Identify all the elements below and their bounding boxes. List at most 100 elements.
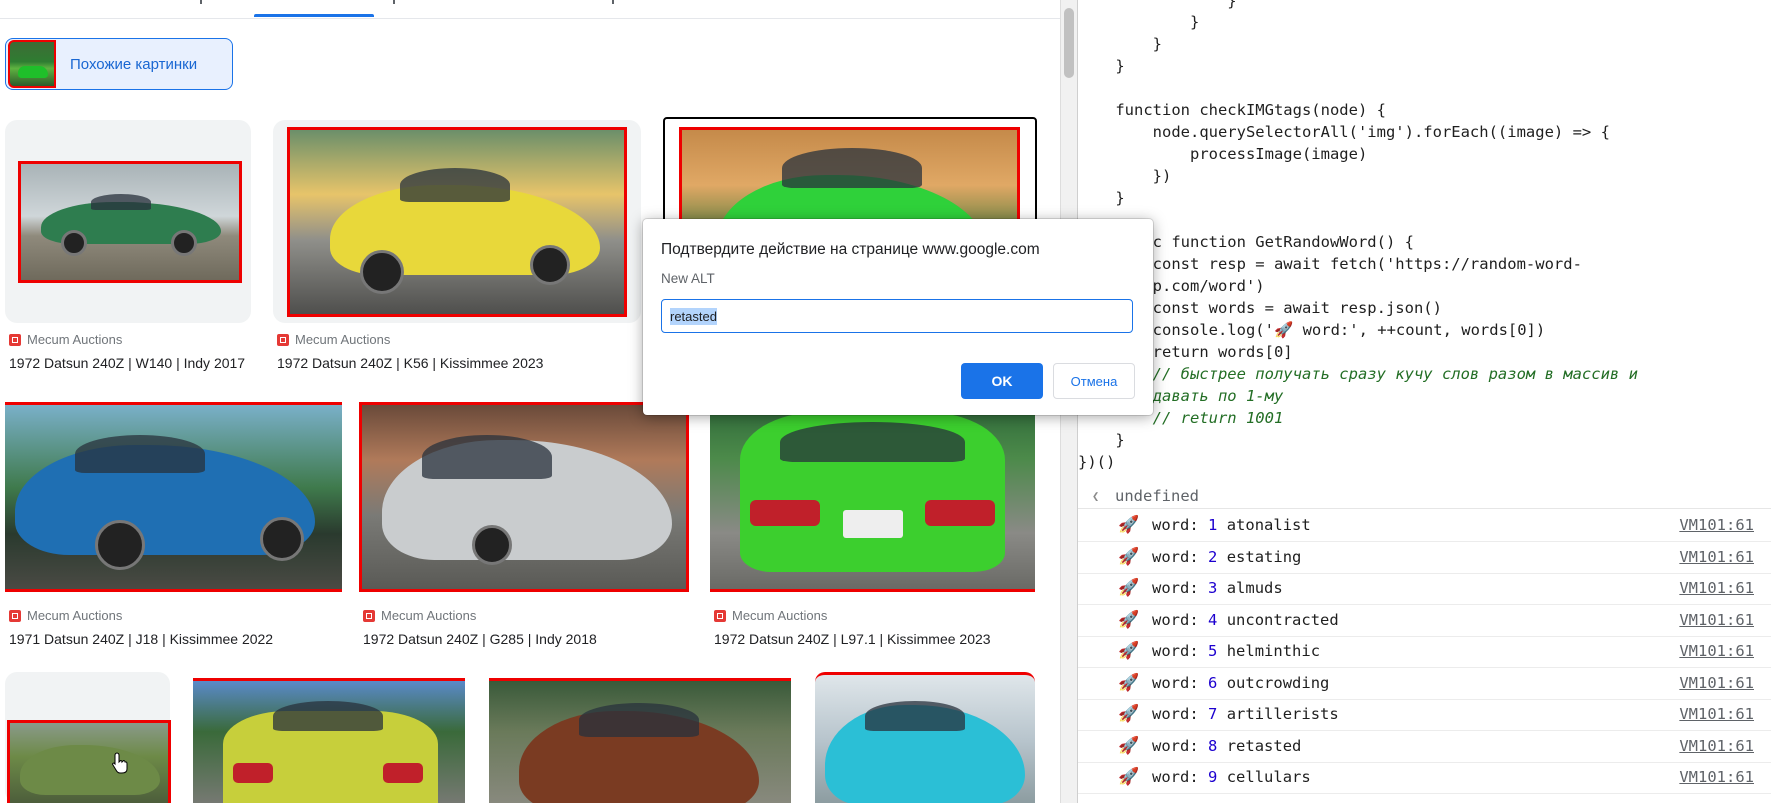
log-count: 8 (1208, 736, 1218, 755)
console-log-row: 🚀 word: 9 cellulars VM101:61 (1078, 762, 1771, 794)
log-prefix: word: (1152, 579, 1199, 597)
car-shape (20, 745, 160, 795)
console-log-row: 🚀 word: 2 estating VM101:61 (1078, 542, 1771, 574)
license-plate (843, 510, 903, 538)
rocket-icon: 🚀 (1118, 735, 1140, 756)
result-image[interactable] (815, 672, 1035, 803)
source-favicon-icon (714, 609, 726, 622)
source-favicon-icon (277, 333, 289, 346)
scrollbar-thumb[interactable] (1064, 8, 1074, 78)
source-link[interactable]: VM101:61 (1679, 542, 1754, 573)
rocket-icon: 🚀 (1118, 578, 1140, 598)
result-card[interactable] (5, 672, 171, 803)
code-line: })() (1078, 453, 1116, 471)
log-count: 6 (1208, 673, 1218, 692)
log-word: uncontracted (1226, 610, 1339, 629)
tail-light (233, 763, 273, 783)
console-log-row: 🚀 word: 4 uncontracted VM101:61 (1078, 605, 1771, 637)
result-image[interactable] (489, 678, 791, 803)
rocket-icon: 🚀 (1118, 672, 1140, 693)
console-log-row: 🚀 word: 6 outcrowding VM101:61 (1078, 668, 1771, 700)
tail-light (383, 763, 423, 783)
code-line: } (1078, 13, 1200, 31)
log-word: helminthic (1226, 642, 1321, 660)
result-image[interactable] (193, 678, 465, 803)
code-line-comment: // быстрее получать сразу кучу слов разо… (1078, 365, 1638, 383)
similar-images-button[interactable]: Похожие картинки (5, 38, 233, 90)
log-prefix: word: (1152, 516, 1199, 534)
result-source[interactable]: Mecum Auctions (9, 608, 122, 623)
code-line: processImage(image) (1078, 145, 1368, 163)
log-prefix: word: (1152, 547, 1199, 566)
rocket-icon: 🚀 (1118, 767, 1140, 787)
result-title[interactable]: 1972 Datsun 240Z | L97.1 | Kissimmee 202… (714, 631, 991, 647)
log-word: outcrowding (1226, 673, 1330, 692)
console-log-row: 🚀 word: 3 almuds VM101:61 (1078, 573, 1771, 605)
tab-images-active-indicator[interactable] (254, 14, 374, 17)
result-source[interactable]: Mecum Auctions (714, 608, 827, 623)
source-link[interactable]: VM101:61 (1679, 699, 1754, 730)
result-title[interactable]: 1971 Datsun 240Z | J18 | Kissimmee 2022 (9, 631, 273, 647)
result-card[interactable] (193, 678, 465, 803)
code-line: }) (1078, 167, 1172, 185)
return-arrow-icon: ❮ (1092, 489, 1100, 503)
code-line: const resp = await fetch('https://random… (1078, 255, 1582, 273)
log-prefix: word: (1152, 736, 1199, 755)
log-count: 9 (1208, 768, 1218, 786)
result-source[interactable]: Mecum Auctions (277, 332, 390, 347)
log-word: almuds (1226, 579, 1283, 597)
source-link[interactable]: VM101:61 (1679, 636, 1754, 667)
result-image[interactable] (710, 402, 1035, 592)
source-link[interactable]: VM101:61 (1679, 573, 1754, 604)
log-prefix: word: (1152, 610, 1199, 629)
log-prefix: word: (1152, 768, 1199, 786)
alt-text-input[interactable]: retasted (661, 299, 1133, 333)
source-link[interactable]: VM101:61 (1679, 510, 1754, 541)
code-line: } (1078, 57, 1125, 75)
devtools-console: } } } } function checkIMGtags(node) { no… (1077, 0, 1771, 803)
code-line: } (1078, 35, 1162, 53)
source-link[interactable]: VM101:61 (1679, 731, 1754, 762)
rocket-icon: 🚀 (1118, 704, 1140, 724)
source-link[interactable]: VM101:61 (1679, 605, 1754, 636)
prompt-dialog: Подтвердите действие на странице www.goo… (643, 219, 1153, 415)
log-word: cellulars (1226, 768, 1311, 786)
code-line: node.querySelectorAll('img').forEach((im… (1078, 123, 1610, 141)
log-word: estating (1226, 547, 1302, 566)
result-image[interactable] (18, 161, 242, 283)
result-title[interactable]: 1972 Datsun 240Z | K56 | Kissimmee 2023 (277, 355, 543, 371)
result-image[interactable] (359, 402, 689, 592)
tail-light (925, 500, 995, 526)
search-tabs-bar (0, 0, 1060, 19)
result-card[interactable]: Mecum Auctions 1972 Datsun 240Z | L97.1 … (710, 402, 1035, 652)
code-line: } (1078, 189, 1125, 207)
log-count: 4 (1208, 610, 1218, 629)
console-result-row: ❮ undefined (1078, 484, 1771, 509)
console-log-row: 🚀 word: 5 helminthic VM101:61 (1078, 636, 1771, 668)
similar-images-thumbnail (8, 40, 56, 88)
source-link[interactable]: VM101:61 (1679, 668, 1754, 699)
result-card[interactable]: Mecum Auctions 1972 Datsun 240Z | G285 |… (359, 402, 689, 652)
result-card[interactable]: Mecum Auctions 1971 Datsun 240Z | J18 | … (5, 402, 342, 652)
similar-images-label: Похожие картинки (70, 55, 198, 73)
ok-button[interactable]: OK (961, 363, 1043, 399)
result-card[interactable]: Mecum Auctions 1972 Datsun 240Z | K56 | … (273, 120, 643, 380)
result-title[interactable]: 1972 Datsun 240Z | G285 | Indy 2018 (363, 631, 597, 647)
log-word: atonalist (1226, 516, 1311, 534)
result-source[interactable]: Mecum Auctions (363, 608, 476, 623)
result-image[interactable] (5, 402, 342, 592)
result-image[interactable] (287, 127, 627, 317)
log-count: 3 (1208, 579, 1218, 597)
log-count: 2 (1208, 547, 1218, 566)
console-log-row: 🚀 word: 8 retasted VM101:61 (1078, 731, 1771, 763)
source-favicon-icon (363, 609, 375, 622)
cancel-button[interactable]: Отмена (1053, 363, 1135, 399)
result-card[interactable] (815, 672, 1035, 803)
result-image[interactable] (7, 720, 171, 803)
result-title[interactable]: 1972 Datsun 240Z | W140 | Indy 2017 (9, 355, 245, 371)
result-source[interactable]: Mecum Auctions (9, 332, 122, 347)
log-count: 5 (1208, 642, 1218, 660)
source-link[interactable]: VM101:61 (1679, 762, 1754, 793)
result-card[interactable]: Mecum Auctions 1972 Datsun 240Z | W140 |… (5, 120, 251, 380)
result-card[interactable] (489, 678, 791, 803)
